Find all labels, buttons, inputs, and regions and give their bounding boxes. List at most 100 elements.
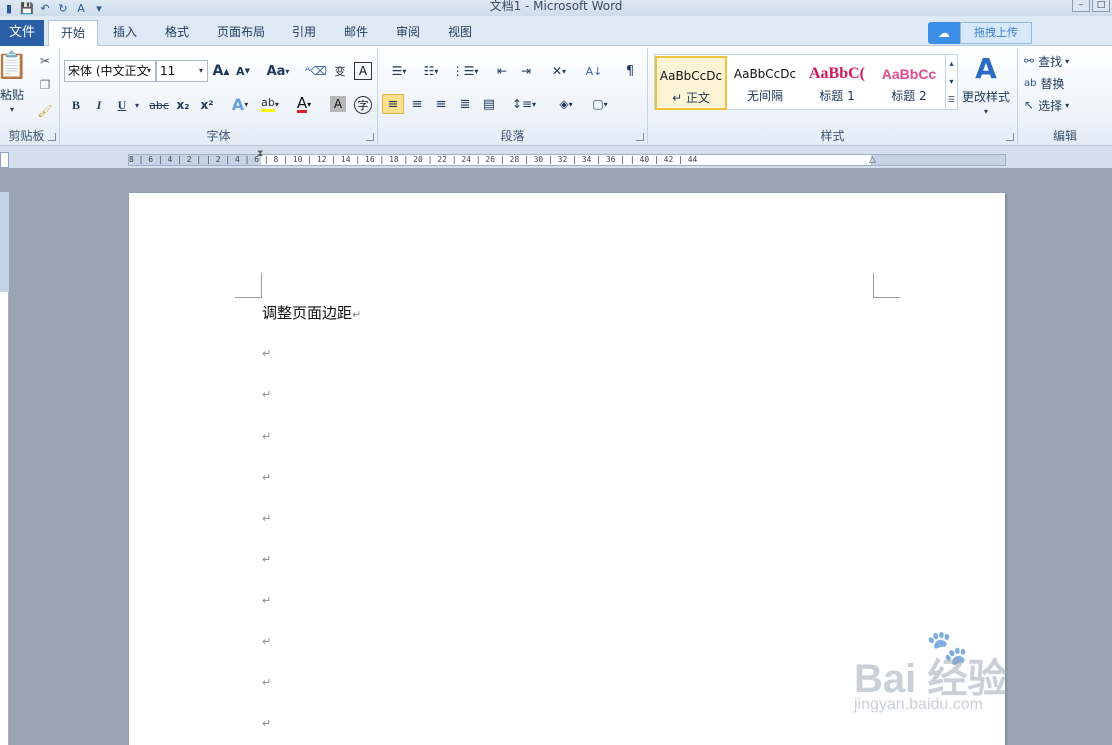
tab-file[interactable]: 文件 [0, 20, 44, 46]
highlight-icon[interactable]: ab ▾ [258, 94, 282, 114]
style-sample: AaBbCcDc [659, 69, 723, 83]
bullets-icon[interactable]: ☰ ▾ [386, 62, 412, 80]
tab-view[interactable]: 视图 [448, 20, 472, 46]
styles-group: AaBbCcDc ↵ 正文 AaBbCcDc 无间隔 AaBbC( 标题 1 A… [648, 48, 1018, 144]
sort-icon[interactable]: A↓ [584, 62, 604, 80]
phonetic-guide-icon[interactable]: 变 [330, 62, 350, 80]
shrink-font-button[interactable]: A ▼ [234, 62, 252, 80]
decrease-indent-icon[interactable]: ⇤ [492, 62, 512, 80]
document-line[interactable]: ↵ [262, 713, 271, 731]
underline-dropdown-icon[interactable]: ▾ [132, 96, 142, 114]
upload-button[interactable]: ☁ 拖拽上传 [928, 22, 1032, 44]
change-styles-icon[interactable]: A [966, 52, 1006, 85]
styles-launcher-icon[interactable] [1006, 133, 1014, 141]
document-line[interactable]: ↵ [262, 384, 271, 402]
distributed-icon[interactable]: ▤ [478, 94, 500, 114]
vertical-ruler[interactable] [0, 192, 9, 745]
paragraph-mark: ↵ [352, 308, 362, 321]
document-line[interactable]: ↵ [262, 672, 271, 690]
tab-format[interactable]: 格式 [165, 20, 189, 46]
minimize-icon[interactable]: – [1072, 0, 1090, 12]
document-line[interactable]: 调整页面边距↵ [262, 302, 361, 323]
copy-icon[interactable]: ❐ [38, 78, 52, 92]
paragraph-mark: ↵ [262, 717, 272, 730]
chevron-down-icon[interactable]: ▾ [143, 61, 155, 81]
tab-page-layout[interactable]: 页面布局 [217, 20, 265, 46]
paste-icon[interactable]: 📋 [0, 50, 28, 82]
gallery-more-icon[interactable]: ☰ [946, 91, 957, 109]
subscript-button[interactable]: x₂ [174, 96, 192, 114]
ruler-toggle-button[interactable] [0, 152, 9, 168]
find-button[interactable]: ⚯ 查找 ▾ [1024, 52, 1094, 70]
gallery-scroll[interactable]: ▴ ▾ ☰ [945, 55, 957, 109]
character-shading-icon[interactable]: A [330, 96, 346, 112]
document-line[interactable]: ↵ [262, 467, 271, 485]
document-line[interactable]: ↵ [262, 508, 271, 526]
replace-button[interactable]: ab 替换 [1024, 74, 1094, 92]
italic-button[interactable]: I [91, 96, 107, 114]
chinese-layout-icon[interactable]: ✕ ▾ [546, 62, 572, 80]
horizontal-ruler[interactable]: 8 | 6 | 4 | 2 | | 2 | 4 | 6 | 8 | 10 | 1… [128, 149, 1006, 166]
align-right-icon[interactable]: ≡ [430, 94, 452, 114]
change-case-button[interactable]: Aa ▾ [264, 62, 292, 80]
numbering-icon[interactable]: ☷ ▾ [418, 62, 444, 80]
show-marks-icon[interactable]: ¶ [620, 62, 640, 80]
format-painter-icon[interactable]: 🖌 [37, 104, 52, 118]
style-normal[interactable]: AaBbCcDc ↵ 正文 [655, 56, 727, 110]
tab-review[interactable]: 审阅 [396, 20, 420, 46]
style-sample: AaBbCc [881, 66, 937, 82]
bold-button[interactable]: B [68, 96, 84, 114]
paragraph-launcher-icon[interactable] [636, 133, 644, 141]
style-name: 标题 1 [819, 89, 855, 103]
maximize-icon[interactable]: □ [1092, 0, 1110, 12]
upload-label: 拖拽上传 [960, 22, 1032, 44]
justify-icon[interactable]: ≣ [454, 94, 476, 114]
tab-references[interactable]: 引用 [292, 20, 316, 46]
right-indent-marker-icon[interactable]: △ [869, 155, 876, 165]
underline-button[interactable]: U [114, 96, 130, 114]
change-case-label: Aa [266, 63, 286, 79]
align-center-icon[interactable]: ≡ [406, 94, 428, 114]
chevron-down-icon[interactable]: ▾ [946, 73, 957, 91]
align-left-icon[interactable]: ≡ [382, 94, 404, 114]
paste-dropdown-icon[interactable]: ▾ [6, 104, 18, 114]
document-line[interactable]: ↵ [262, 631, 271, 649]
clear-formatting-icon[interactable]: ᴬ⌫ [305, 62, 327, 80]
style-heading-2[interactable]: AaBbCc 标题 2 [873, 56, 945, 110]
font-name-combo[interactable]: 宋体 (中文正文 ▾ [64, 60, 156, 82]
chevron-up-icon[interactable]: ▴ [946, 55, 957, 73]
change-styles-dropdown-icon[interactable]: ▾ [980, 106, 992, 116]
change-styles-button[interactable]: 更改样式 [958, 88, 1014, 104]
increase-indent-icon[interactable]: ⇥ [516, 62, 536, 80]
shading-icon[interactable]: ◈ ▾ [552, 94, 580, 114]
cut-icon[interactable]: ✂ [38, 54, 52, 68]
grow-font-button[interactable]: A ▲ [212, 62, 230, 80]
character-border-icon[interactable]: A [354, 62, 372, 80]
document-line[interactable]: ↵ [262, 590, 271, 608]
document-line[interactable]: ↵ [262, 549, 271, 567]
clipboard-launcher-icon[interactable] [48, 133, 56, 141]
superscript-button[interactable]: x² [198, 96, 216, 114]
style-heading-1[interactable]: AaBbC( 标题 1 [801, 56, 873, 110]
document-line[interactable]: ↵ [262, 343, 271, 361]
tab-insert[interactable]: 插入 [113, 20, 137, 46]
strikethrough-button[interactable]: abc [148, 96, 170, 114]
line-spacing-icon[interactable]: ↕≡ ▾ [510, 94, 538, 114]
line-text: 调整页面边距 [262, 304, 353, 322]
paste-button[interactable]: 粘贴 [0, 86, 28, 102]
chevron-down-icon: ▾ [1065, 100, 1070, 110]
text-effects-icon[interactable]: A ▾ [228, 94, 252, 114]
borders-icon[interactable]: ▢ ▾ [586, 94, 614, 114]
tab-home[interactable]: 开始 [48, 20, 99, 46]
chevron-down-icon[interactable]: ▾ [195, 61, 207, 81]
enclose-characters-icon[interactable]: 字 [354, 96, 372, 114]
style-no-spacing[interactable]: AaBbCcDc 无间隔 [729, 56, 801, 110]
tab-mailings[interactable]: 邮件 [344, 20, 368, 46]
document-line[interactable]: ↵ [262, 426, 271, 444]
multilevel-list-icon[interactable]: ⋮☰ ▾ [452, 62, 479, 80]
font-color-icon[interactable]: A ▾ [292, 94, 316, 114]
font-launcher-icon[interactable] [366, 133, 374, 141]
font-size-combo[interactable]: 11 ▾ [156, 60, 208, 82]
select-button[interactable]: ↖ 选择 ▾ [1024, 96, 1094, 114]
indent-marker-icon[interactable]: ⧗ [257, 149, 263, 159]
